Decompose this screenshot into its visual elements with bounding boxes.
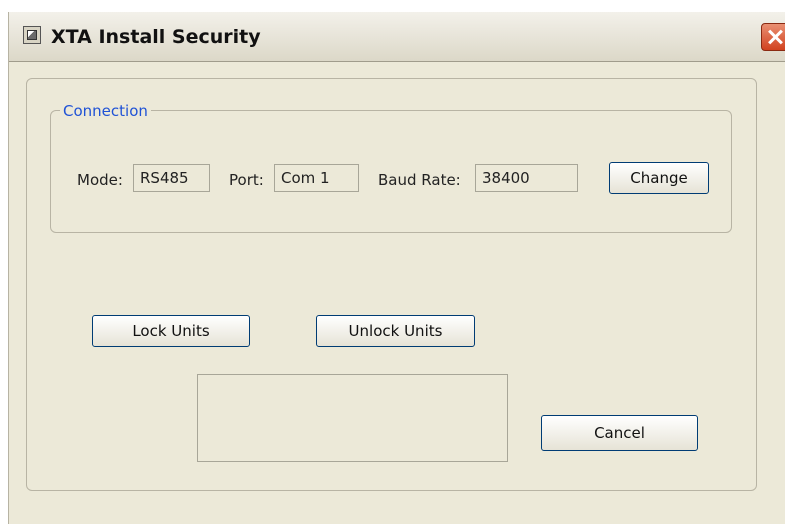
- baud-rate-label: Baud Rate:: [378, 171, 461, 189]
- baud-rate-field: 38400: [475, 164, 578, 192]
- unlock-units-button[interactable]: Unlock Units: [316, 315, 475, 347]
- close-icon[interactable]: [761, 23, 785, 51]
- cancel-button[interactable]: Cancel: [541, 415, 698, 451]
- app-window-icon: [23, 26, 41, 44]
- window-title: XTA Install Security: [51, 26, 261, 48]
- title-bar[interactable]: XTA Install Security: [9, 12, 785, 62]
- mode-field: RS485: [133, 164, 210, 192]
- mode-label: Mode:: [77, 171, 123, 189]
- port-label: Port:: [229, 171, 264, 189]
- change-button[interactable]: Change: [609, 162, 709, 194]
- lock-units-button[interactable]: Lock Units: [92, 315, 250, 347]
- port-field: Com 1: [274, 164, 359, 192]
- connection-group-label: Connection: [60, 102, 151, 120]
- status-display: [197, 374, 508, 462]
